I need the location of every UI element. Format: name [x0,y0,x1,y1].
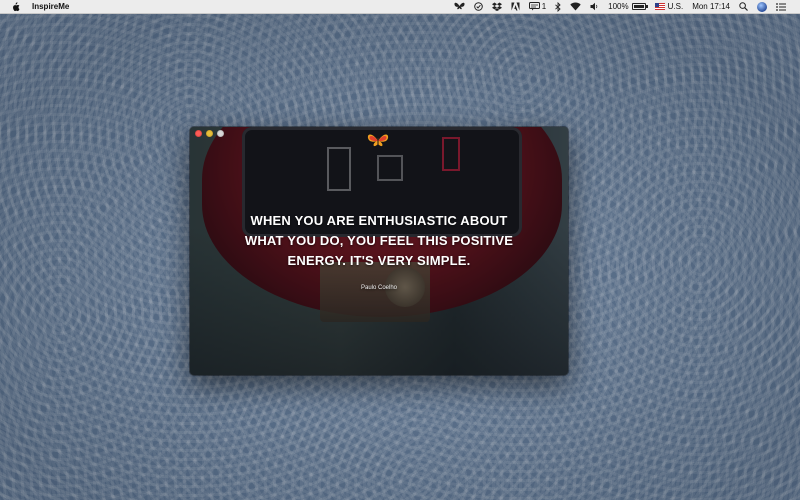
volume-icon[interactable] [590,0,599,14]
input-source-label: U.S. [667,2,684,11]
input-source-menu[interactable]: U.S. [654,0,684,14]
close-button[interactable] [195,130,202,137]
minimize-button[interactable] [206,130,213,137]
inspireme-window[interactable]: When you are enthusiastic about what you… [190,127,568,375]
app-name-menu[interactable]: InspireMe [32,2,69,11]
zoom-button[interactable] [217,130,224,137]
menu-bar: InspireMe 1 100% U.S. Mon 17:14 [0,0,800,14]
wifi-icon[interactable] [570,0,581,14]
checkmark-circle-icon[interactable] [473,0,483,14]
flag-icon [654,3,665,10]
dropbox-icon[interactable] [491,0,502,14]
siri-icon[interactable] [757,0,767,14]
clock[interactable]: Mon 17:14 [692,0,730,14]
adobe-icon[interactable] [511,0,520,14]
quote-author: Paulo Coelho [360,285,398,291]
quote-text: When you are enthusiastic about what you… [244,213,514,268]
apple-icon[interactable] [10,1,20,12]
window-controls [195,130,224,137]
search-icon[interactable] [739,0,748,14]
bluetooth-icon[interactable] [555,0,561,14]
battery-percent: 100% [608,2,629,11]
list-icon[interactable] [776,0,786,14]
battery-status[interactable]: 100% [608,0,648,14]
butterfly-logo-icon [367,133,389,149]
notification-count: 1 [541,2,547,11]
butterfly-icon[interactable] [454,0,465,14]
notification-icon[interactable]: 1 [528,0,547,14]
battery-icon [631,3,648,10]
